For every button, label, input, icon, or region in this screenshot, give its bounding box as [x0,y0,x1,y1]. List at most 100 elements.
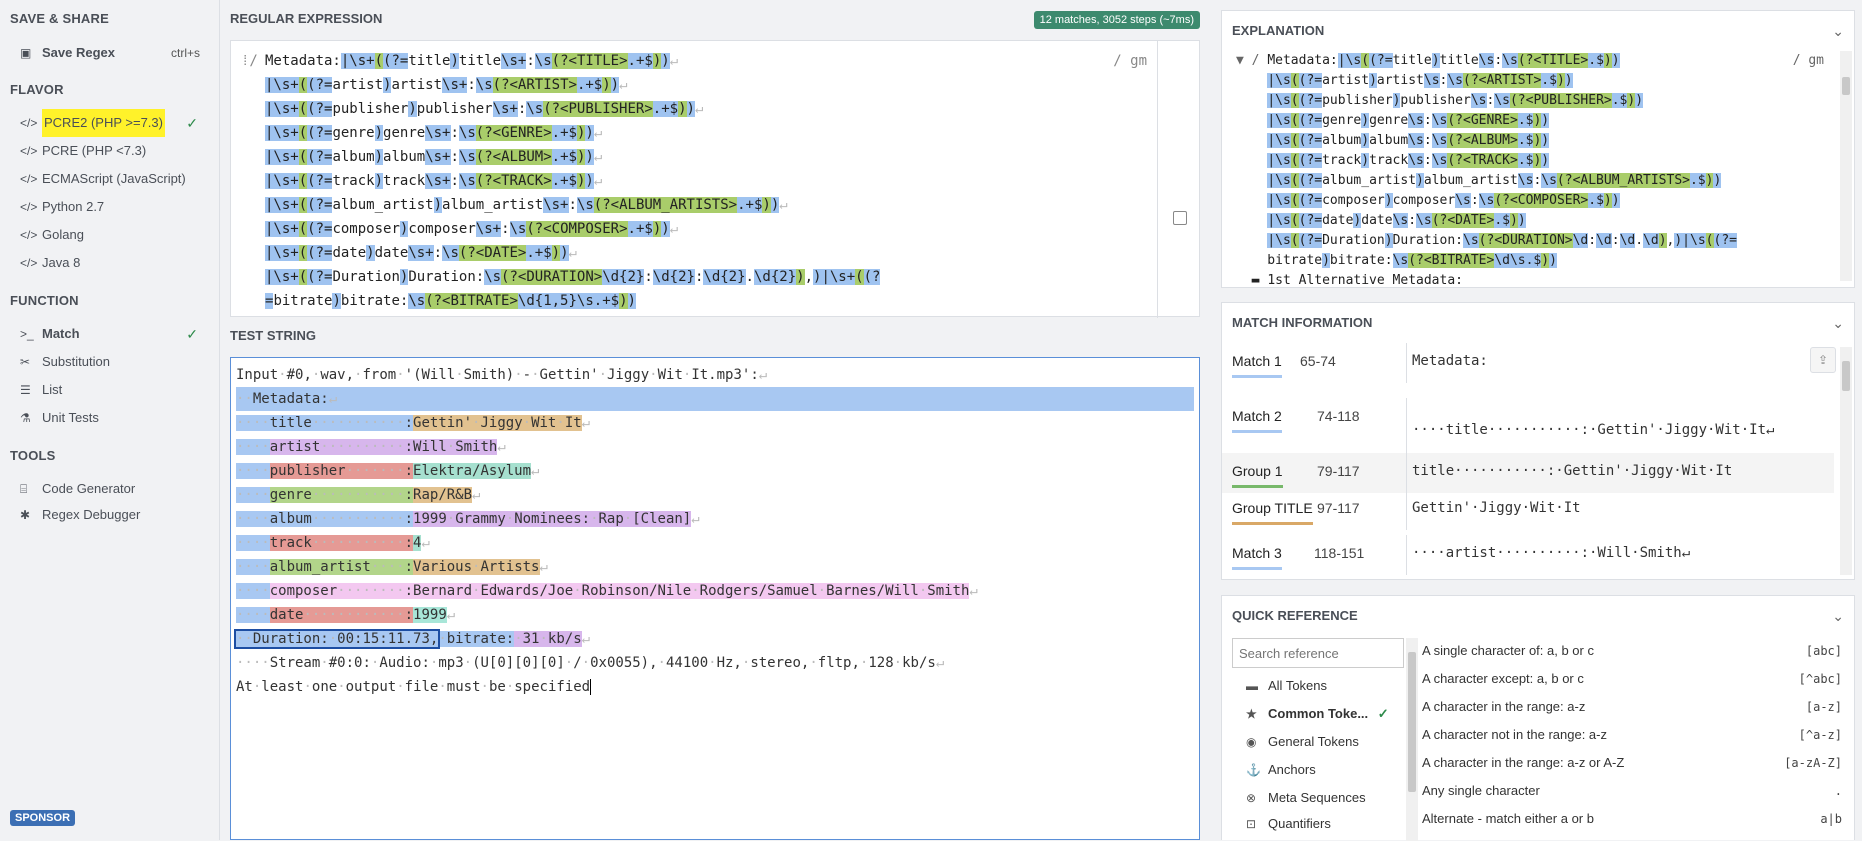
scroll-thumb[interactable] [1842,361,1850,391]
sidebar: SAVE & SHARE ▣ Save Regex ctrl+s FLAVOR … [0,0,220,840]
tool-code-generator[interactable]: ⌸ Code Generator [0,475,220,503]
chevron-down-icon[interactable]: ⌄ [1832,23,1844,40]
function-label: Substitution [42,354,110,369]
category-quantifiers[interactable]: ⊡ Quantifiers [1246,812,1331,836]
regex-heading: REGULAR EXPRESSION [230,11,383,26]
reference-token: [a-zA-Z] [1784,756,1842,770]
search-reference-input[interactable] [1232,638,1404,668]
copy-icon[interactable] [1173,211,1187,225]
save-share-heading: SAVE & SHARE [10,11,109,26]
test-line: ····artist··········:Will·Smith↵ [236,439,506,455]
match-count-badge: 12 matches, 3052 steps (~7ms) [1033,11,1200,29]
tool-label: Code Generator [42,481,136,496]
regex-flags[interactable]: / gm [1113,49,1147,73]
scissors-icon: ✂ [20,355,31,369]
reference-desc: A character in the range: a-z [1422,699,1586,714]
test-line: ····album_artist····:Various·Artists↵ [236,559,548,575]
scroll-thumb[interactable] [1842,77,1850,95]
flavor-label: PCRE (PHP <7.3) [42,143,147,158]
code-icon: </> [20,200,38,214]
test-string-input[interactable]: Input·#0,·wav,·from·'(Will·Smith)·-·Gett… [230,357,1200,840]
code-icon: </> [20,144,38,158]
flavor-label: Java 8 [42,255,81,270]
flavor-python[interactable]: </> Python 2.7 [0,193,220,221]
reference-item[interactable]: A character in the range: a-z or A-Z [a-z… [1422,751,1842,775]
tools-heading: TOOLS [10,448,56,463]
star-icon: ★ [1246,707,1257,721]
flavor-golang[interactable]: </> Golang [0,221,220,249]
match-label: Match 1 [1232,353,1282,378]
reference-item[interactable]: A character except: a, b or c [^abc] [1422,667,1842,691]
group-label: Group TITLE [1232,500,1313,525]
match-text: Metadata: [1412,353,1488,369]
flavor-pcre[interactable]: </> PCRE (PHP <7.3) [0,137,220,165]
reference-token: a|b [1820,812,1842,826]
group-range: 79-117 [1317,463,1360,479]
category-label: All Tokens [1268,678,1328,693]
list-icon: ☰ [20,383,31,397]
flavor-ecmascript[interactable]: </> ECMAScript (JavaScript) [0,165,220,193]
folder-icon: ▬ [1246,679,1258,693]
match-row[interactable]: Match 2 74-118 ····title···········:·Get… [1222,398,1834,453]
alt-label: 1st Alternative Metadata: [1267,273,1463,288]
test-line: At·least·one·output·file·must·be·specifi… [236,679,592,695]
reference-desc: A character except: a, b or c [1422,671,1584,686]
reference-desc: A single character of: a, b or c [1422,643,1594,658]
function-list[interactable]: ☰ List [0,376,220,404]
reference-desc: Any single character [1422,783,1540,798]
category-anchors[interactable]: ⚓ Anchors [1246,758,1316,782]
reference-token: [a-z] [1805,700,1842,714]
reference-token: [^abc] [1798,672,1842,686]
reference-item[interactable]: A character not in the range: a-z [^a-z] [1422,723,1842,747]
match-text: ····title···········:·Gettin'·Jiggy·Wit·… [1412,422,1775,438]
match-label-text: Match 3 [1232,545,1282,561]
category-all-tokens[interactable]: ▬ All Tokens [1246,674,1327,698]
explanation-flags: / gm [1792,53,1824,68]
tool-regex-debugger[interactable]: ✱ Regex Debugger [0,501,220,529]
prompt-icon: >_ [20,327,34,341]
function-substitution[interactable]: ✂ Substitution [0,348,220,376]
flavor-java[interactable]: </> Java 8 [0,249,220,277]
category-meta-sequences[interactable]: ⊗ Meta Sequences [1246,786,1366,810]
flavor-label: PCRE2 (PHP >=7.3) [42,109,165,137]
reference-item[interactable]: A character in the range: a-z [a-z] [1422,695,1842,719]
match-text: ····artist··········:·Will·Smith↵ [1412,545,1691,561]
match-info-scrollbar[interactable] [1840,347,1852,575]
function-unit-tests[interactable]: ⚗ Unit Tests [0,404,220,432]
category-label: Anchors [1268,762,1316,777]
match-info-panel: MATCH INFORMATION ⌄ ⇪ Match 1 65-74 Meta… [1221,302,1855,580]
match-range: 65-74 [1300,353,1336,369]
group-row[interactable]: Group TITLE 97-117 Gettin'·Jiggy·Wit·It [1222,490,1834,530]
regex-input[interactable]: ⁞/ Metadata:|\s+((?=title)title\s+:\s(?<… [230,40,1200,318]
scroll-thumb[interactable] [1408,652,1416,792]
sponsor-badge[interactable]: SPONSOR [10,810,76,826]
reference-token: . [1834,784,1842,798]
meta-icon: ⊗ [1246,791,1257,805]
match-row[interactable]: Match 3 118-151 ····artist··········:·Wi… [1222,535,1834,575]
categories-scrollbar[interactable] [1406,638,1418,841]
regex-code: Metadata:|\s+((?=title)title\s+:\s(?<TIT… [265,53,881,309]
category-common-tokens[interactable]: ★ Common Toke... ✓ [1246,702,1389,726]
test-line: ····publisher·······:Elektra/Asylum↵ [236,463,540,479]
chevron-down-icon[interactable]: ⌄ [1832,608,1844,625]
explanation-tree: ▼ / Metadata:|\s((?=title)title\s:\s(?<T… [1236,53,1737,288]
reference-token: [^a-z] [1798,728,1842,742]
function-match[interactable]: >_ Match ✓ [0,320,220,348]
regex-delimiter: ⁞/ [241,49,258,73]
reference-item[interactable]: Any single character. [1422,779,1842,803]
reference-item[interactable]: A single character of: a, b or c [abc] [1422,639,1842,663]
flavor-pcre2[interactable]: </> PCRE2 (PHP >=7.3) ✓ [0,109,220,137]
test-string-heading: TEST STRING [230,328,316,343]
match-row[interactable]: Match 1 65-74 Metadata: [1222,343,1834,383]
anchor-icon: ⚓ [1246,763,1261,777]
reference-item[interactable]: Alternate - match either a or b a|b [1422,807,1842,831]
test-line: ····genre···········:Rap/R&B↵ [236,487,481,503]
flask-icon: ⚗ [20,411,31,425]
category-general-tokens[interactable]: ◉ General Tokens [1246,730,1359,754]
group-row[interactable]: Group 1 79-117 title···········:·Gettin'… [1222,453,1834,493]
save-regex-button[interactable]: ▣ Save Regex ctrl+s [0,39,220,67]
explanation-panel: EXPLANATION ⌄ ▼ / Metadata:|\s((?=title)… [1221,10,1855,288]
chevron-down-icon[interactable]: ⌄ [1832,315,1844,332]
target-icon: ◉ [1246,735,1257,749]
explanation-scrollbar[interactable] [1840,51,1852,281]
